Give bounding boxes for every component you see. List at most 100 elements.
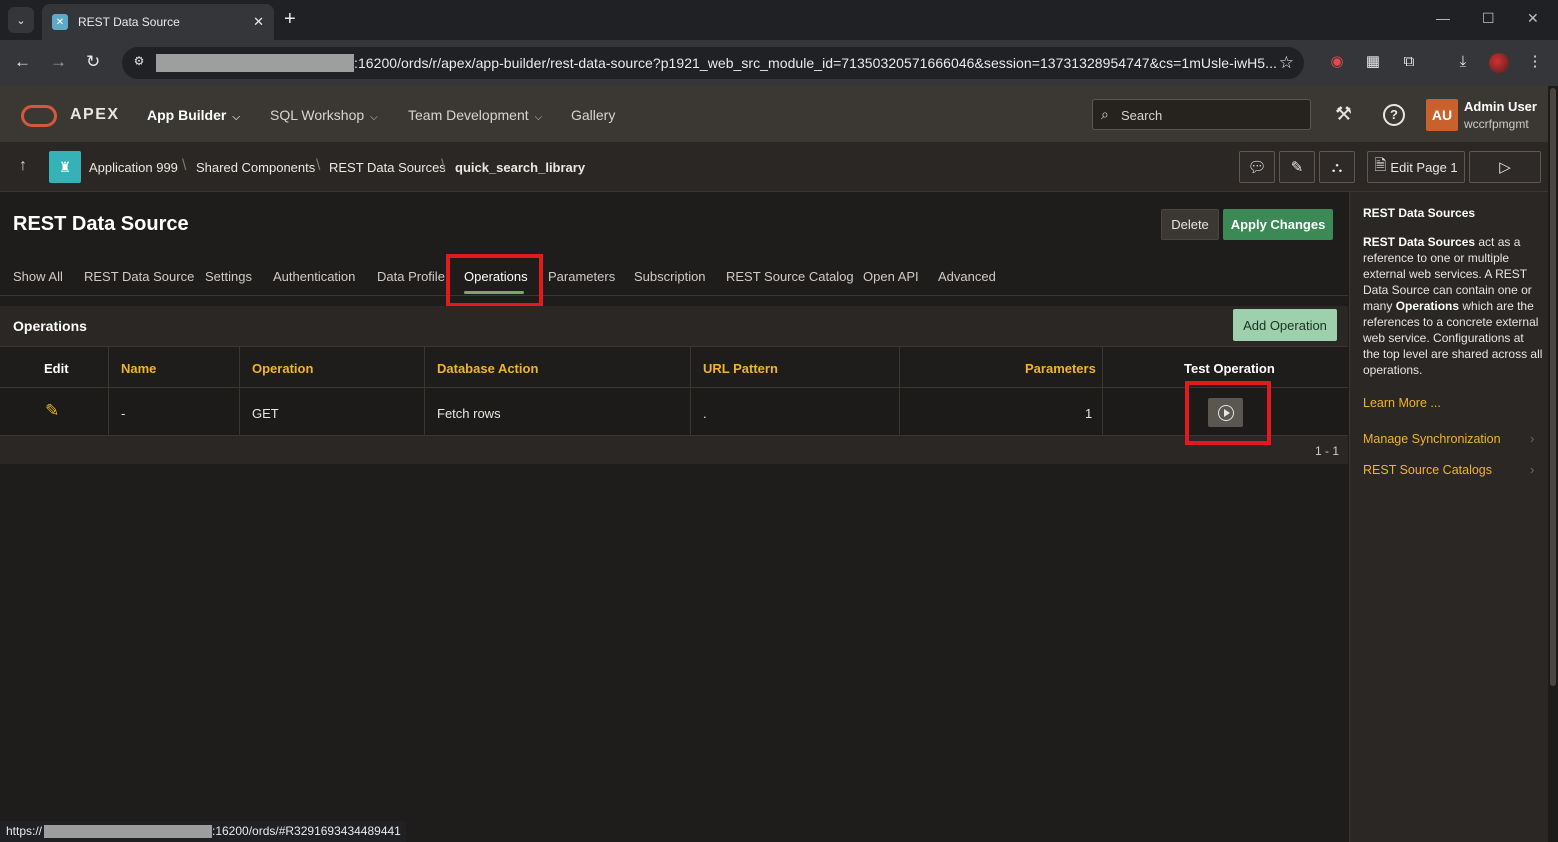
tab-authentication[interactable]: Authentication: [273, 269, 355, 284]
page-title: REST Data Source: [13, 213, 189, 235]
reload-icon[interactable]: ↻: [86, 53, 100, 71]
avatar[interactable]: AU: [1426, 99, 1458, 131]
column-divider: [424, 346, 425, 436]
comments-button[interactable]: 💬︎: [1239, 151, 1275, 183]
rest-source-catalogs-link[interactable]: REST Source Catalogs: [1363, 463, 1492, 477]
run-button[interactable]: ▷: [1469, 151, 1541, 183]
tab-title: REST Data Source: [78, 15, 180, 29]
favicon-icon: ✕: [52, 14, 68, 30]
tab-close-icon[interactable]: ✕: [253, 14, 264, 30]
breadcrumb-shared-components[interactable]: Shared Components: [196, 160, 315, 175]
tab-subscription[interactable]: Subscription: [634, 269, 706, 284]
nav-app-builder[interactable]: App Builder ⌵: [147, 107, 240, 123]
chevron-down-icon: ⌵: [370, 112, 378, 123]
col-database-action[interactable]: Database Action: [437, 361, 538, 376]
table-row: ✎ - GET Fetch rows . 1: [0, 388, 1348, 436]
comment-icon: 💬︎: [1247, 159, 1267, 176]
help-icon[interactable]: ?: [1383, 104, 1405, 126]
col-operation[interactable]: Operation: [252, 361, 313, 376]
nav-team-development[interactable]: Team Development ⌵: [408, 107, 542, 123]
add-operation-button[interactable]: Add Operation: [1233, 309, 1337, 341]
tab-rest-data-source[interactable]: REST Data Source: [84, 269, 194, 284]
tab-parameters[interactable]: Parameters: [548, 269, 615, 284]
url-text: :16200/ords/r/apex/app-builder/rest-data…: [354, 55, 1277, 71]
nav-label: Gallery: [571, 107, 616, 123]
bookmark-star-icon[interactable]: ☆: [1279, 53, 1294, 73]
extensions-icon[interactable]: ⧉: [1399, 52, 1419, 72]
report-header: Edit Name Operation Database Action URL …: [0, 346, 1348, 388]
breadcrumb-application[interactable]: Application 999: [89, 160, 178, 175]
help-bold: REST Data Sources: [1363, 235, 1476, 249]
tab-show-all[interactable]: Show All: [13, 269, 63, 284]
delete-button[interactable]: Delete: [1161, 209, 1219, 240]
tab-settings[interactable]: Settings: [205, 269, 252, 284]
col-test-operation: Test Operation: [1184, 361, 1275, 376]
address-bar[interactable]: ⚙ :16200/ords/r/apex/app-builder/rest-da…: [122, 47, 1304, 79]
maximize-icon[interactable]: ☐: [1482, 10, 1495, 27]
tab-data-profile[interactable]: Data Profile: [377, 269, 445, 284]
play-circle-icon: ▷: [1499, 159, 1511, 176]
chevron-down-icon: ⌵: [534, 112, 543, 123]
shared-components-button[interactable]: ⛬: [1319, 151, 1355, 183]
browser-tabstrip: ⌄ ✕ REST Data Source ✕ + — ☐ ✕: [0, 0, 1558, 40]
column-divider: [899, 346, 900, 436]
nav-sql-workshop[interactable]: SQL Workshop ⌵: [270, 107, 378, 123]
help-title: REST Data Sources: [1363, 206, 1476, 220]
back-icon[interactable]: ←: [14, 53, 31, 71]
application-icon[interactable]: ♜: [49, 151, 81, 183]
apex-header: APEX App Builder ⌵ SQL Workshop ⌵ Team Dev…: [0, 86, 1548, 142]
chevron-down-icon: ⌵: [232, 112, 240, 123]
utilities-button[interactable]: ✎: [1279, 151, 1315, 183]
status-url-redacted: [44, 825, 212, 838]
new-tab-icon[interactable]: +: [284, 9, 296, 29]
col-name[interactable]: Name: [121, 361, 156, 376]
apply-changes-button[interactable]: Apply Changes: [1223, 209, 1333, 240]
tab-advanced[interactable]: Advanced: [938, 269, 996, 284]
breadcrumb-separator: \: [316, 157, 321, 174]
col-url-pattern[interactable]: URL Pattern: [703, 361, 778, 376]
tab-open-api[interactable]: Open API: [863, 269, 919, 284]
breadcrumb-separator: \: [441, 157, 446, 174]
up-arrow-icon[interactable]: ↑: [19, 157, 27, 175]
chevron-right-icon: ›: [1530, 462, 1535, 477]
site-info-icon[interactable]: ⚙: [130, 54, 148, 72]
col-parameters[interactable]: Parameters: [1025, 361, 1096, 376]
wrench-icon: ✎: [1290, 159, 1304, 176]
edit-page-button[interactable]: 🗎︎ Edit Page 1: [1367, 151, 1465, 183]
scrollbar-thumb[interactable]: [1550, 88, 1556, 686]
screen-record-icon[interactable]: ◉: [1327, 52, 1347, 72]
edit-pencil-icon[interactable]: ✎: [45, 401, 59, 421]
nav-gallery[interactable]: Gallery: [571, 107, 615, 123]
minimize-icon[interactable]: —: [1436, 10, 1450, 26]
oracle-logo-icon[interactable]: [21, 105, 57, 127]
tab-search-icon[interactable]: ⌄: [8, 7, 34, 33]
edit-page-label: Edit Page 1: [1390, 159, 1458, 175]
apex-logo-text[interactable]: APEX: [70, 106, 120, 124]
browser-tab[interactable]: ✕ REST Data Source ✕: [42, 4, 274, 40]
pagination: 1 - 1: [1315, 444, 1340, 458]
user-name[interactable]: Admin User: [1464, 99, 1537, 114]
tab-rest-source-catalog[interactable]: REST Source Catalog: [726, 269, 854, 284]
manage-synchronization-link[interactable]: Manage Synchronization: [1363, 432, 1501, 446]
breadcrumb-rest-data-sources[interactable]: REST Data Sources: [329, 160, 446, 175]
search-placeholder: Search: [1121, 108, 1163, 123]
profile-avatar-icon[interactable]: [1489, 53, 1509, 73]
search-icon: ⌕: [1101, 106, 1109, 122]
close-window-icon[interactable]: ✕: [1527, 10, 1539, 27]
status-url-prefix: https://: [6, 824, 43, 838]
learn-more-link[interactable]: Learn More ...: [1363, 396, 1441, 410]
breadcrumb-separator: \: [182, 157, 187, 174]
forward-icon[interactable]: →: [50, 53, 67, 71]
link-status-bar: https:// :16200/ords/#R3291693434489441: [0, 821, 406, 842]
search-input[interactable]: ⌕ Search: [1092, 99, 1311, 130]
administration-icon[interactable]: ⚒: [1335, 103, 1352, 126]
browser-menu-icon[interactable]: ⋮: [1525, 52, 1545, 72]
breadcrumb: ↑ ♜ Application 999 \ Shared Components …: [0, 142, 1548, 192]
col-edit: Edit: [44, 361, 69, 376]
page-scrollbar[interactable]: [1548, 86, 1558, 842]
download-icon[interactable]: ⤓: [1453, 52, 1473, 72]
test-operation-highlight: [1185, 381, 1271, 445]
qr-code-icon[interactable]: ▦: [1363, 52, 1383, 72]
url-redacted: [156, 54, 354, 72]
cell-name: -: [121, 406, 126, 421]
